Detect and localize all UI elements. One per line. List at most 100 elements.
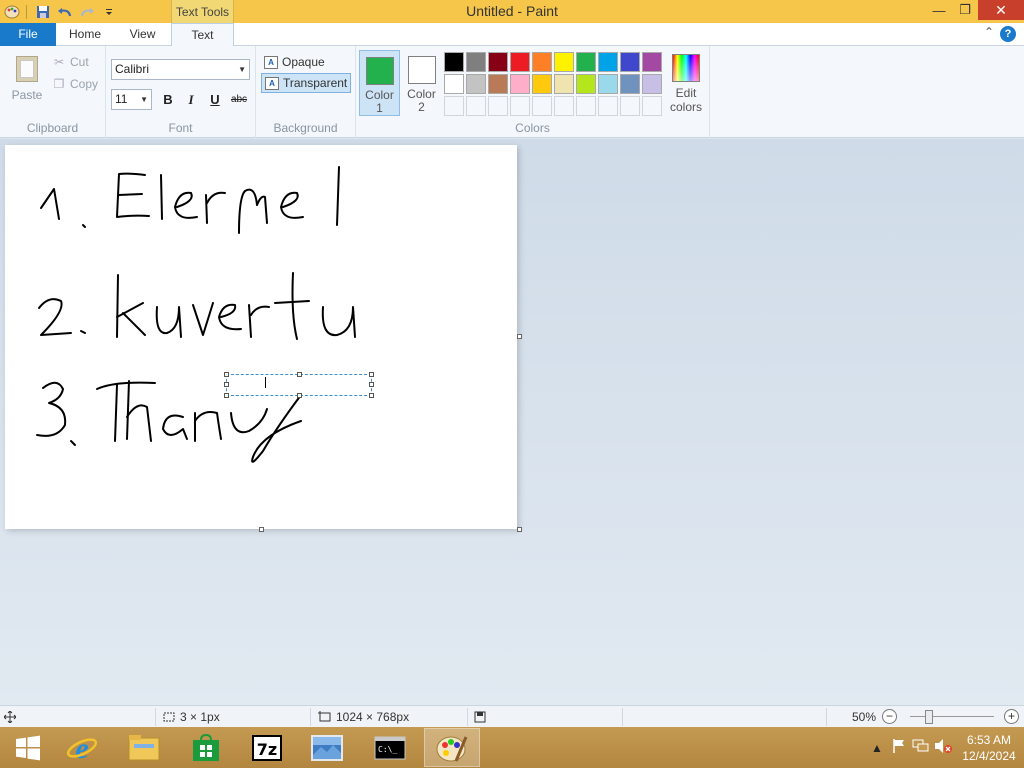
canvas-resize-handle-bottom[interactable] (259, 527, 264, 532)
palette-color-swatch[interactable] (444, 74, 464, 94)
clock[interactable]: 6:53 AM 12/4/2024 (954, 732, 1024, 764)
font-family-value: Calibri (115, 62, 150, 76)
resize-handle[interactable] (369, 393, 374, 398)
palette-color-swatch[interactable] (444, 52, 464, 72)
color-spectrum-icon (672, 54, 700, 82)
strikethrough-button[interactable]: abc (228, 90, 250, 110)
paste-button[interactable]: Paste (8, 50, 46, 106)
resize-handle[interactable] (297, 393, 302, 398)
palette-color-swatch[interactable] (598, 74, 618, 94)
internet-explorer-button[interactable]: e (54, 728, 110, 767)
resize-handle[interactable] (224, 372, 229, 377)
font-group: Calibri ▼ 11 ▼ B I U abc Font (106, 46, 256, 138)
tab-file[interactable]: File (0, 23, 56, 46)
color2-button[interactable]: Color 2 (401, 50, 442, 116)
text-input-box[interactable] (224, 372, 374, 398)
action-center-flag-icon[interactable] (888, 738, 910, 757)
palette-custom-slot[interactable] (598, 96, 618, 116)
palette-color-swatch[interactable] (510, 52, 530, 72)
cut-button[interactable]: ✂ Cut (52, 52, 89, 72)
7zip-button[interactable]: 7z (239, 728, 295, 767)
clock-date: 12/4/2024 (962, 748, 1016, 763)
palette-color-swatch[interactable] (488, 74, 508, 94)
resize-handle[interactable] (369, 372, 374, 377)
paint-app-icon[interactable] (2, 2, 22, 22)
transparent-option[interactable]: A Transparent (261, 73, 352, 93)
palette-color-swatch[interactable] (554, 52, 574, 72)
tab-view[interactable]: View (114, 23, 171, 46)
underline-button[interactable]: U (205, 90, 225, 110)
show-hidden-icons-icon[interactable]: ▲ (866, 741, 888, 755)
palette-color-swatch[interactable] (620, 52, 640, 72)
maximize-button[interactable]: ❐ (952, 0, 978, 20)
volume-muted-icon[interactable] (932, 738, 954, 757)
work-area[interactable] (0, 139, 1024, 705)
resize-handle[interactable] (369, 382, 374, 387)
zoom-slider-track[interactable] (910, 716, 994, 717)
palette-color-swatch[interactable] (532, 74, 552, 94)
text-tools-context-header: Text Tools (171, 0, 234, 23)
font-size-select[interactable]: 11 ▼ (111, 89, 152, 110)
palette-color-swatch[interactable] (466, 52, 486, 72)
resize-handle[interactable] (297, 372, 302, 377)
zoom-out-button[interactable]: − (882, 709, 897, 724)
palette-color-swatch[interactable] (576, 52, 596, 72)
undo-icon[interactable] (55, 2, 75, 22)
paint-taskbar-button[interactable] (424, 728, 480, 767)
palette-color-swatch[interactable] (554, 74, 574, 94)
palette-color-swatch[interactable] (620, 74, 640, 94)
drawing-canvas[interactable] (5, 145, 517, 529)
palette-custom-slot[interactable] (642, 96, 662, 116)
opaque-option[interactable]: A Opaque (261, 52, 328, 72)
palette-custom-slot[interactable] (620, 96, 640, 116)
palette-color-swatch[interactable] (466, 74, 486, 94)
canvas-resize-handle-right[interactable] (517, 334, 522, 339)
copy-button[interactable]: ❐ Copy (52, 74, 98, 94)
tab-home[interactable]: Home (56, 23, 114, 46)
resize-handle[interactable] (224, 382, 229, 387)
ribbon: Paste ✂ Cut ❐ Copy Clipboard Calibri ▼ 1… (0, 46, 1024, 138)
palette-custom-slot[interactable] (444, 96, 464, 116)
chevron-down-icon: ▼ (238, 65, 246, 74)
save-icon[interactable] (33, 2, 53, 22)
help-icon[interactable]: ? (1000, 26, 1016, 42)
palette-color-swatch[interactable] (642, 52, 662, 72)
minimize-button[interactable]: — (926, 0, 952, 20)
internet-explorer-icon: e (66, 732, 98, 764)
palette-color-swatch[interactable] (642, 74, 662, 94)
canvas-resize-handle-corner[interactable] (517, 527, 522, 532)
palette-custom-slot[interactable] (488, 96, 508, 116)
store-button[interactable] (178, 728, 234, 767)
zoom-slider-thumb[interactable] (925, 710, 933, 724)
network-icon[interactable] (910, 738, 932, 757)
resize-handle[interactable] (224, 393, 229, 398)
palette-custom-slot[interactable] (466, 96, 486, 116)
palette-custom-slot[interactable] (554, 96, 574, 116)
close-button[interactable]: ✕ (978, 0, 1024, 20)
palette-color-swatch[interactable] (576, 74, 596, 94)
palette-custom-slot[interactable] (576, 96, 596, 116)
bold-button[interactable]: B (158, 90, 178, 110)
redo-icon[interactable] (77, 2, 97, 22)
palette-color-swatch[interactable] (598, 52, 618, 72)
folder-icon (128, 734, 160, 760)
zoom-in-button[interactable]: + (1004, 709, 1019, 724)
command-prompt-button[interactable]: C:\_ (362, 728, 418, 767)
palette-color-swatch[interactable] (488, 52, 508, 72)
collapse-ribbon-icon[interactable]: ⌃ (984, 25, 994, 39)
font-family-select[interactable]: Calibri ▼ (111, 59, 250, 80)
italic-button[interactable]: I (181, 90, 201, 110)
color1-button[interactable]: Color 1 (359, 50, 400, 116)
start-button[interactable] (0, 728, 56, 767)
palette-color-swatch[interactable] (510, 74, 530, 94)
palette-color-swatch[interactable] (532, 52, 552, 72)
palette-custom-slot[interactable] (532, 96, 552, 116)
palette-custom-slot[interactable] (510, 96, 530, 116)
photos-button[interactable] (299, 728, 355, 767)
file-explorer-button[interactable] (116, 728, 172, 767)
svg-text:C:\_: C:\_ (378, 745, 397, 754)
edit-colors-button[interactable]: Edit colors (664, 50, 708, 116)
tab-text[interactable]: Text (171, 23, 234, 47)
customize-qat-icon[interactable] (99, 2, 119, 22)
color2-label-line2: 2 (418, 100, 425, 114)
